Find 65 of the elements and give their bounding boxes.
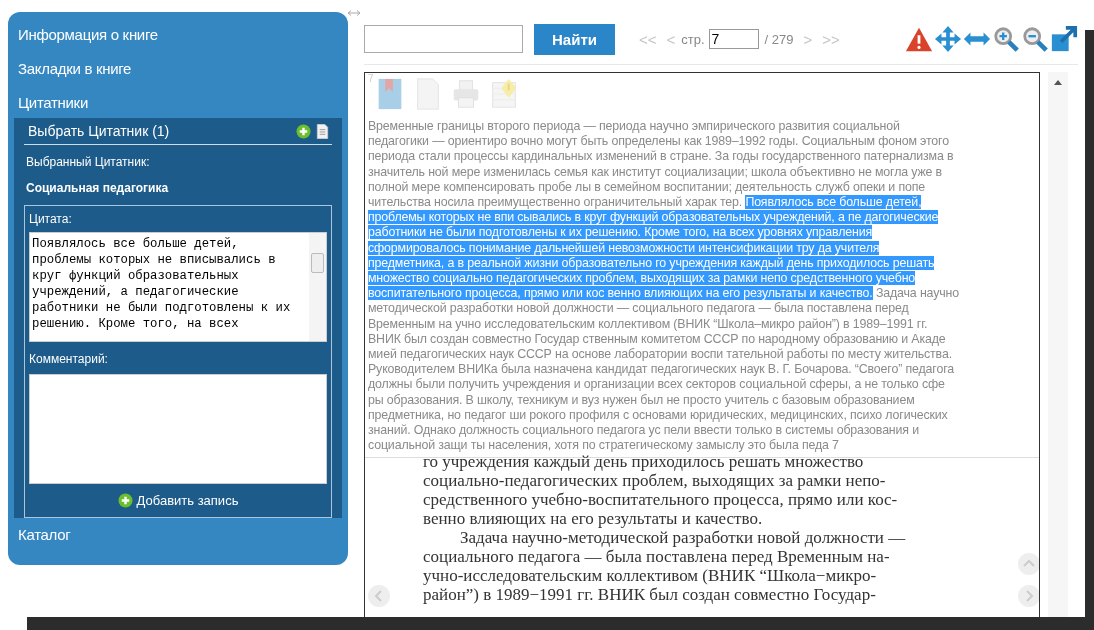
text-run: Временным на учно исследовательским коллективом (ВНИК “Школа–микро район”) в 1989–1991 гг. xyxy=(368,316,928,331)
zoom-out-icon[interactable] xyxy=(1021,25,1049,53)
move-icon[interactable] xyxy=(934,25,962,53)
page-text-line: социального педагога — была поставлена перед Временным на- xyxy=(423,547,890,567)
quotebook-selector[interactable]: Выбрать Цитатник (1) xyxy=(28,123,292,139)
scrollbar[interactable] xyxy=(309,233,326,341)
printer-icon[interactable] xyxy=(451,77,481,111)
selected-quotebook-name: Социальная педагогика xyxy=(26,181,170,195)
page-text-line: венно влияющих на его результаты и качество. xyxy=(423,509,763,529)
text-run: Временные границы второго периода — периода научно эмпирического развития социальной xyxy=(368,119,900,133)
previous-page-button[interactable] xyxy=(367,584,391,608)
page-text-line: го учреждения каждый день приходилось решать множество xyxy=(423,452,864,472)
page-text-line: учно-исследовательским коллективом (ВНИК “Школа−микро- xyxy=(423,566,877,586)
quote-field[interactable]: Появлялось все больше детей, проблемы которых не вписывались в круг функций образовательных учреждений, а педагогические работники не были подготовлены к их решению. Кроме того, на всех xyxy=(29,232,327,342)
zoom-in-icon[interactable] xyxy=(992,25,1020,53)
comment-field[interactable] xyxy=(29,374,327,484)
page-total: / 279 xyxy=(764,31,794,47)
text-run: периода стали процессы кардинальных изменений в стране. За годы государственного патернализма в xyxy=(368,149,954,164)
page-text-line: средственного учебно-воспитательного процесса, прямо или кос- xyxy=(423,490,898,510)
page-text-line: социально-педагогических проблем, выходящих за рамки непо- xyxy=(423,471,886,491)
scroll-up-button[interactable] xyxy=(1017,552,1039,576)
sidebar-item[interactable]: Информация о книге xyxy=(14,26,158,60)
text-run: предметника, но педагог ши рокого профиля с основами юридических, медицинских, психо логических xyxy=(368,407,948,422)
page-field[interactable]: 7 xyxy=(708,29,759,49)
text-run: методической разработки новой должности — социального педагога — была поставлена перед xyxy=(368,301,909,316)
add-entry-button[interactable]: Добавить запись xyxy=(113,484,243,517)
add-icon[interactable] xyxy=(296,123,311,139)
text-run: мией педагогических наук СССР на основе лаборатории воспи тательной работы по месту жительства. xyxy=(368,347,952,362)
search-field[interactable] xyxy=(364,25,523,53)
page-text-line: район”) в 1989−1991 гг. ВНИК был создан совместно Государ- xyxy=(423,585,876,605)
sidebar-item[interactable]: Каталог xyxy=(14,526,71,560)
text-run: ВНИК был создан совместно Государ ственным комитетом СССР по народному образованию и Акаде xyxy=(368,331,946,346)
selected-text: проблемы которых не впи сывались в круг функций образовательных учреждений, а пе дагогические xyxy=(368,210,939,225)
quote-label: Цитата: xyxy=(29,212,73,226)
text-run: чительства носила преимущественно ограничительный харак тер. xyxy=(368,195,743,209)
next-page-button[interactable] xyxy=(1017,584,1039,608)
selected-text: Появлялось все больше детей, xyxy=(745,195,922,209)
text-run: социальной защи ты населения, хотя по стратегическому замыслу это была педа 7 xyxy=(368,438,839,453)
scrollbar[interactable] xyxy=(1048,72,1068,618)
note-warning-icon[interactable] xyxy=(489,77,519,111)
page-text-line: Задача научно-методической разработки новой должности — xyxy=(459,528,906,548)
resize-icon[interactable] xyxy=(348,10,360,16)
text-run: педагогики — ориентиро вочно могут быть определены как 1989–1992 годы. Социальным фоном этого xyxy=(368,134,949,149)
comment-label: Комментарий: xyxy=(29,352,109,366)
plus-icon xyxy=(117,493,133,508)
text-run: ры образования. В школу, техникум и вуз нужен был не просто учитель с базовым образованием xyxy=(368,392,915,407)
search-button[interactable]: Найти xyxy=(534,23,615,55)
text-run: значитель ной мере изменилась семья как институт социализации; школа объективно не могла уже в xyxy=(368,164,943,179)
text-run: полной мере компенсировать пробе лы в семейном воспитании; деятельность служб опеки и попе xyxy=(368,179,925,194)
selected-text: воспитательного процесса, прямо или кос венно влияющих на его результаты и качество. xyxy=(368,286,873,301)
document-icon[interactable] xyxy=(315,123,330,139)
selected-text: сформировалось понимание дальнейшей невозможности интенсификации тру да учителя xyxy=(368,240,880,255)
page-label: стр. xyxy=(681,31,705,47)
text-run: знаний. Однако должность социального педагога ус пели ввести только в системы образования и xyxy=(368,423,919,438)
text-run: должны были получить учреждения и организации всех секторов социальной сферы, а не только сфе xyxy=(368,377,945,392)
expand-icon[interactable] xyxy=(1050,25,1078,53)
selected-text: работники не были подготовлены к их решению. Кроме того, на всех уровнях управления xyxy=(368,225,873,240)
text-run: Руководителем ВНИКа была назначена кандидат педагогических наук В. Г. Бочарова. “Своего” педагога xyxy=(368,362,954,377)
sidebar-item[interactable]: Цитатники xyxy=(14,94,88,118)
sidebar-item[interactable]: Закладки в книге xyxy=(14,60,132,94)
text-run: Задача научно xyxy=(875,286,959,301)
selected-quotebook-label: Выбранный Цитатник: xyxy=(26,155,151,169)
selected-text: предметника, а в реальной жизни образовательно го учреждения каждый день приходилось решать xyxy=(368,255,935,270)
selected-text: множество социально педагогических проблем, выходящих за рамки непо средственного учебно xyxy=(368,271,916,286)
scroll-up-icon[interactable] xyxy=(1054,80,1062,85)
